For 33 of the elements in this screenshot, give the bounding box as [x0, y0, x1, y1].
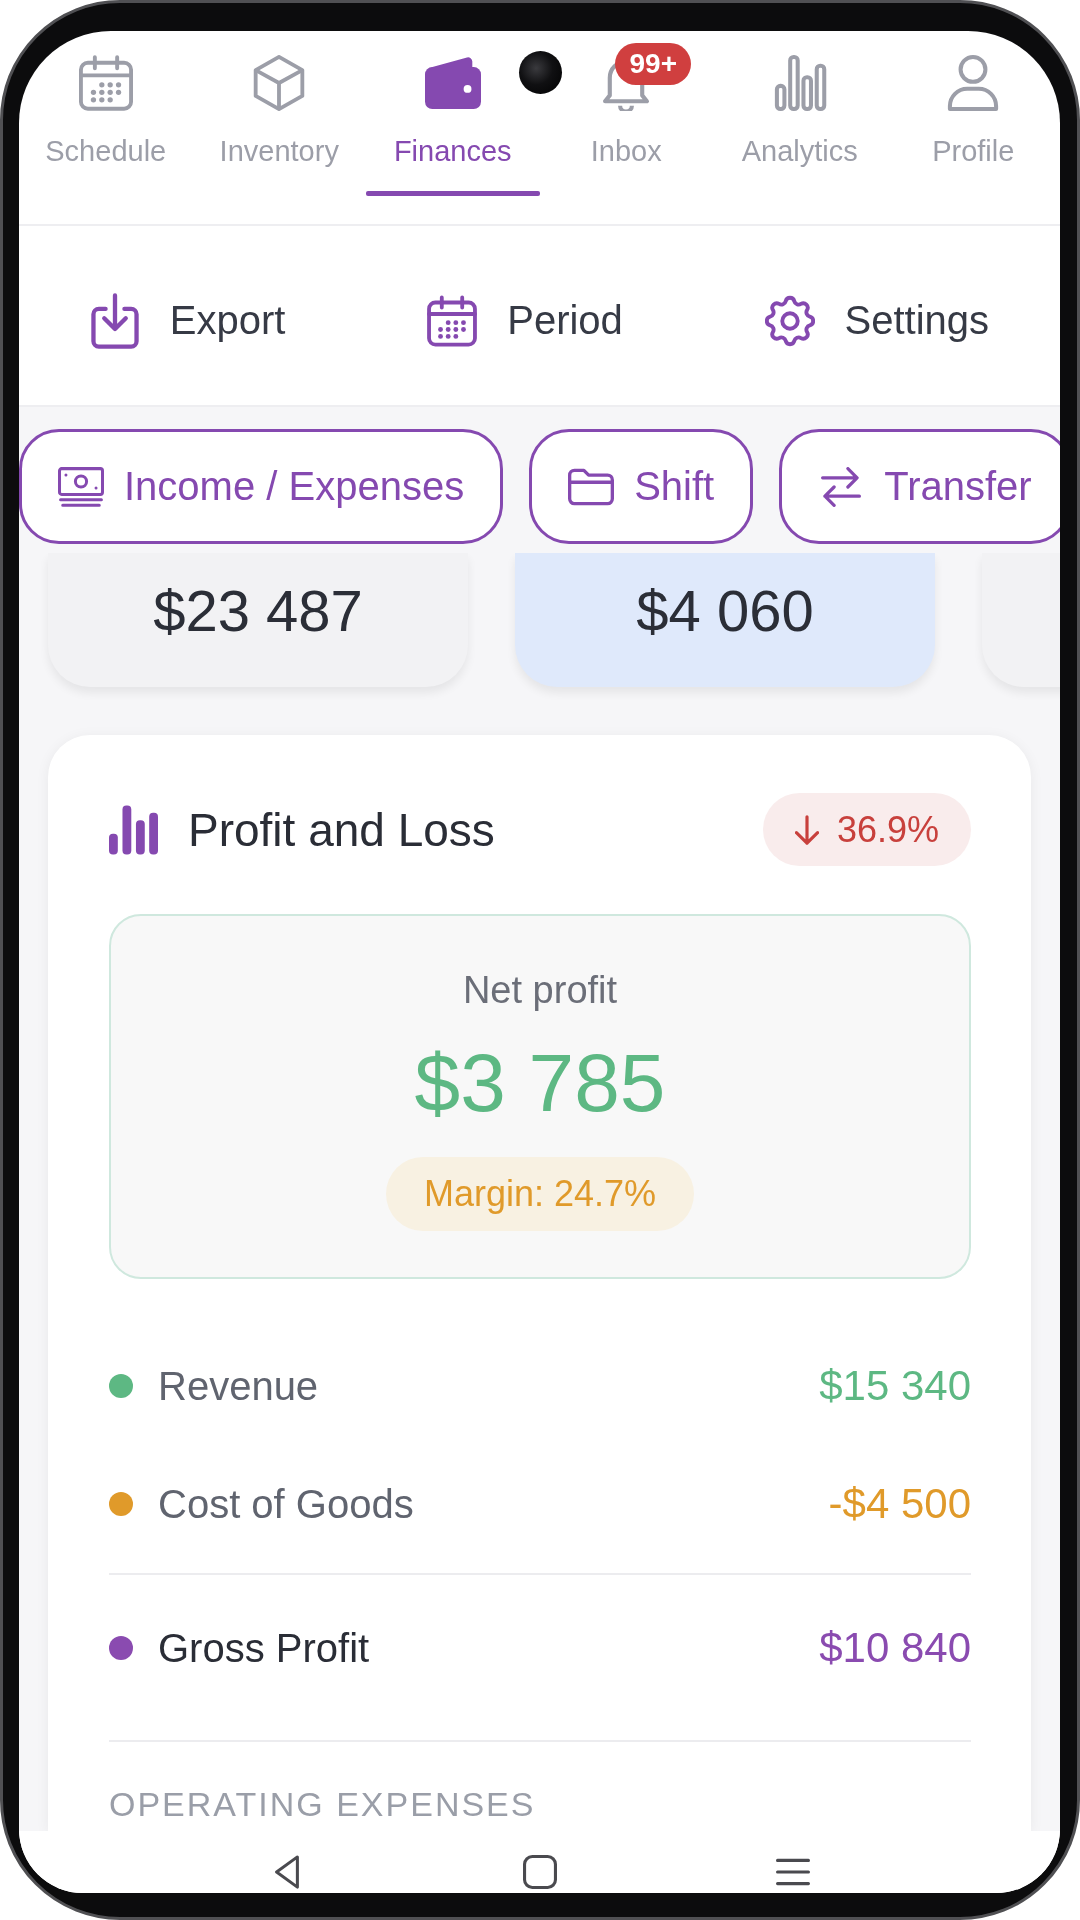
card-amount: $4 060	[636, 576, 814, 644]
line-item-label: Revenue	[158, 1363, 320, 1409]
nav-tab[interactable]: Finances	[366, 31, 540, 196]
category-button[interactable]: Income / Expenses	[19, 429, 504, 544]
folder-icon	[568, 466, 615, 507]
line-item-amount: -$4 500	[828, 1480, 971, 1528]
line-item-label: Cost of Goods	[158, 1481, 415, 1527]
section-heading: OPERATING EXPENSES	[109, 1784, 537, 1824]
net-profit-amount: $3 785	[414, 1036, 666, 1130]
nav-tab[interactable]: 99+ Inbox	[539, 31, 713, 196]
card-amount: $23 487	[153, 576, 363, 644]
action-button[interactable]: Export	[89, 292, 286, 349]
summary-card[interactable]: $23 487	[48, 553, 468, 687]
arrow-down-icon	[794, 814, 819, 845]
camera-hole-icon	[519, 51, 562, 94]
trend-percent: 36.9%	[836, 808, 939, 851]
category-button[interactable]: Transfer	[779, 429, 1060, 544]
line-item-amount: $10 840	[819, 1624, 971, 1672]
notification-badge: 99+	[615, 43, 692, 85]
line-item-label: Gross Profit	[158, 1625, 371, 1671]
banknote-icon	[58, 466, 104, 507]
card-title: Profit and Loss	[188, 802, 496, 857]
category-button[interactable]: Shift	[529, 429, 754, 544]
calendar-icon	[77, 55, 134, 111]
wallet-icon	[424, 55, 481, 111]
action-button[interactable]: Period	[427, 292, 623, 349]
net-profit-label: Net profit	[462, 968, 618, 1013]
home-icon[interactable]	[522, 1855, 557, 1889]
line-item-amount: $15 340	[819, 1362, 971, 1410]
download-icon	[89, 292, 140, 349]
summary-card[interactable]: $4 060	[515, 553, 935, 687]
margin-tag: Margin: 24.7%	[385, 1157, 695, 1231]
action-button[interactable]: Settings	[764, 292, 990, 349]
